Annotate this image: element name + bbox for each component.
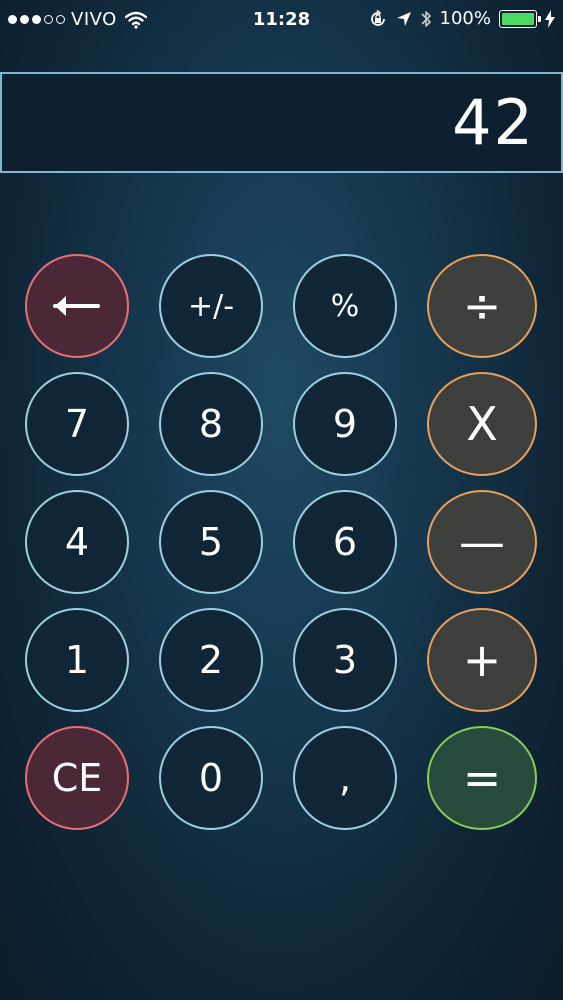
digit-3-button[interactable]: 3: [293, 608, 397, 712]
digit-4-button[interactable]: 4: [25, 490, 129, 594]
percent-button[interactable]: %: [293, 254, 397, 358]
plus-minus-button[interactable]: +/-: [159, 254, 263, 358]
location-arrow-icon: [396, 11, 411, 26]
multiply-button[interactable]: X: [427, 372, 537, 476]
digit-0-button[interactable]: 0: [159, 726, 263, 830]
digit-5-button[interactable]: 5: [159, 490, 263, 594]
battery-icon: [499, 9, 541, 28]
result-display: 42: [0, 72, 563, 173]
divide-button[interactable]: ÷: [427, 254, 537, 358]
minus-button[interactable]: —: [427, 490, 537, 594]
backspace-arrow-icon: [53, 296, 100, 316]
digit-2-button[interactable]: 2: [159, 608, 263, 712]
plus-button[interactable]: +: [427, 608, 537, 712]
digit-6-button[interactable]: 6: [293, 490, 397, 594]
battery-percent: 100%: [439, 8, 491, 29]
display-value: 42: [452, 86, 535, 159]
digit-8-button[interactable]: 8: [159, 372, 263, 476]
digit-9-button[interactable]: 9: [293, 372, 397, 476]
charging-bolt-icon: [545, 9, 555, 28]
backspace-button[interactable]: [25, 254, 129, 358]
decimal-button[interactable]: ,: [293, 726, 397, 830]
clear-entry-button[interactable]: CE: [25, 726, 129, 830]
bluetooth-icon: [420, 10, 431, 27]
digit-1-button[interactable]: 1: [25, 608, 129, 712]
equals-button[interactable]: =: [427, 726, 537, 830]
status-right: 100%: [368, 8, 555, 29]
digit-7-button[interactable]: 7: [25, 372, 129, 476]
status-bar: VIVO 11:28 100%: [0, 0, 563, 40]
orientation-lock-icon: [370, 9, 385, 26]
